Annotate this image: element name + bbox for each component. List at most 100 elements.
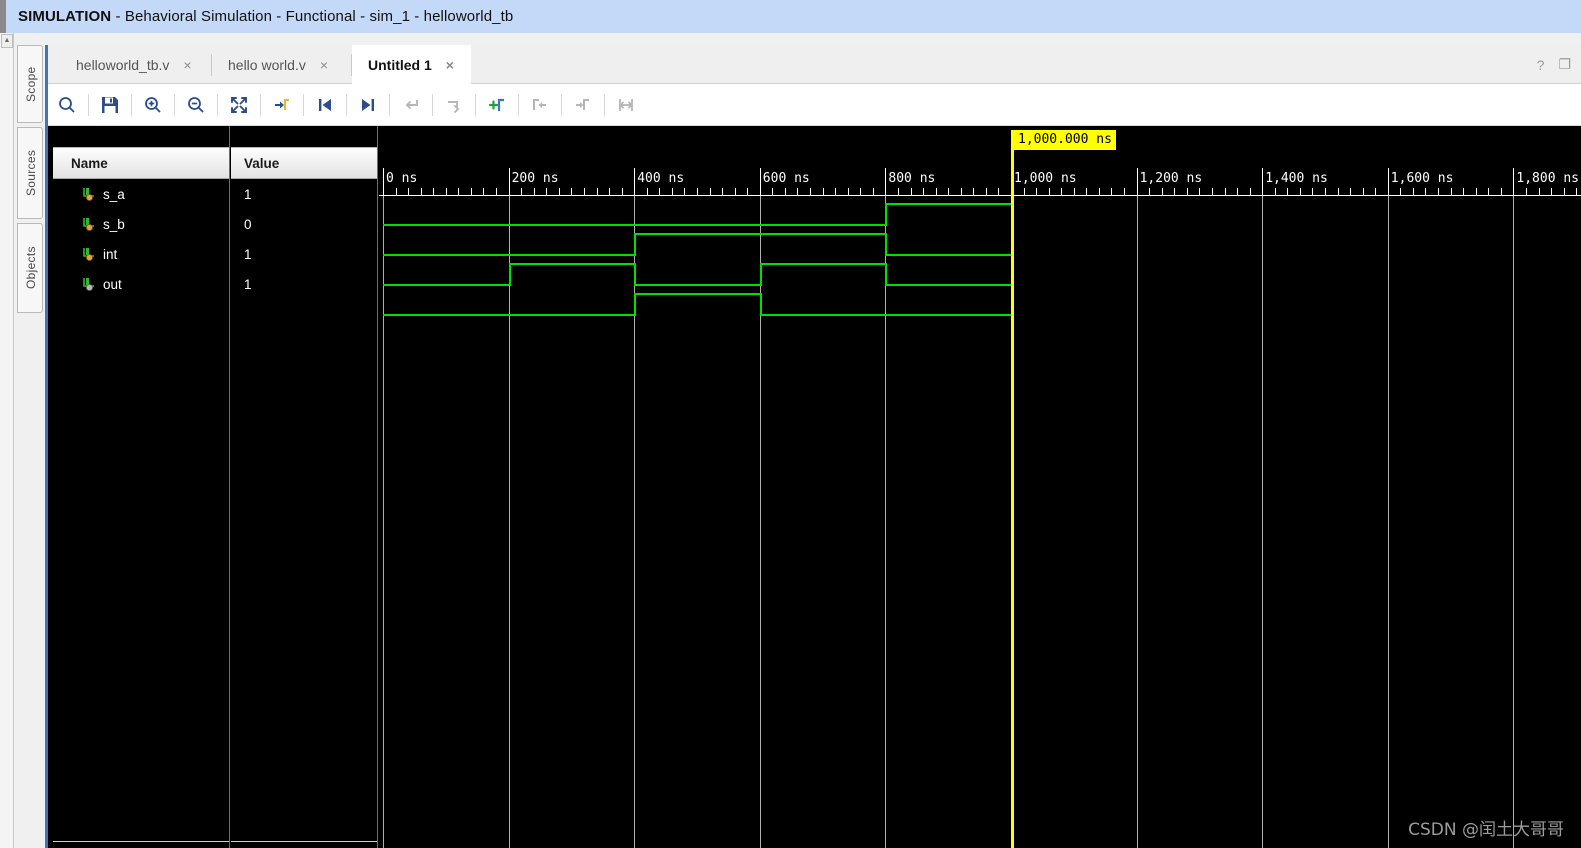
measure-icon: [607, 85, 645, 125]
sidebar-item-scope[interactable]: Scope: [17, 45, 43, 123]
go-to-start-icon[interactable]: [306, 85, 344, 125]
zoom-fit-icon[interactable]: [220, 85, 258, 125]
ruler-minor-tick: [1463, 188, 1465, 196]
toolbar-divider: [604, 93, 605, 116]
ruler-minor-tick: [1425, 188, 1427, 196]
waveform-level: [759, 314, 1011, 316]
ruler-minor-tick: [609, 188, 611, 196]
ruler-tick-label: 800 ns: [888, 171, 936, 186]
ruler-minor-tick: [395, 188, 397, 196]
left-scrollbar[interactable]: ▲: [0, 33, 14, 848]
waveform-level: [885, 284, 1011, 286]
tab-close-icon[interactable]: ×: [446, 58, 454, 72]
signal-row-s-a[interactable]: s_a: [53, 179, 229, 209]
waveform-edge: [634, 233, 637, 256]
ruler-minor-tick: [533, 188, 535, 196]
waveform-canvas[interactable]: 0 ns 200 ns 400 ns 600 ns 800 ns 1,000 ns 1,20…: [379, 126, 1581, 848]
watermark: CSDN @闰土大哥哥: [1408, 820, 1564, 840]
ruler-minor-tick: [697, 188, 698, 196]
signal-name-panel: Name s_a s_b int out: [53, 126, 230, 848]
waveform-trace-int: [379, 259, 1581, 289]
tab-label: helloworld_tb.v: [76, 56, 170, 73]
ruler-minor-tick: [797, 188, 799, 196]
toolbar-divider: [432, 93, 433, 116]
ruler-minor-tick: [1186, 188, 1188, 196]
ruler-minor-tick: [546, 188, 548, 196]
next-transition-icon: [564, 85, 602, 125]
ruler-minor-tick: [897, 188, 899, 196]
value-panel-splitter[interactable]: [231, 841, 377, 842]
time-ruler[interactable]: 0 ns 200 ns 400 ns 600 ns 800 ns 1,000 ns 1,20…: [379, 168, 1581, 196]
tab-close-icon[interactable]: ×: [320, 58, 328, 72]
zoom-out-icon[interactable]: [177, 85, 215, 125]
ruler-minor-tick: [1149, 188, 1151, 196]
ruler-minor-tick: [835, 188, 837, 196]
ruler-tick-label: 1,600 ns: [1390, 171, 1454, 186]
go-to-end-icon[interactable]: [349, 85, 387, 125]
tab-untitled-1[interactable]: Untitled 1 ×: [352, 45, 471, 84]
waveform-work-area: Name s_a s_b int out Value 1 0 1 1 0 ns …: [48, 126, 1581, 848]
sidebar-item-objects[interactable]: Objects: [17, 223, 43, 313]
add-marker-icon[interactable]: [478, 85, 516, 125]
waveform-edge: [885, 233, 888, 256]
ruler-minor-tick: [1563, 188, 1565, 196]
tab-close-icon[interactable]: ×: [183, 58, 191, 72]
toolbar-divider: [303, 93, 304, 116]
ruler-minor-tick: [998, 188, 1000, 196]
ruler-minor-tick: [822, 188, 824, 196]
sidebar-item-sources[interactable]: Sources: [17, 127, 43, 219]
column-header-value[interactable]: Value: [231, 147, 377, 179]
search-icon[interactable]: [48, 85, 86, 125]
input-signal-icon: [83, 247, 95, 261]
waveform-level: [759, 263, 886, 265]
window-left-stub: [0, 0, 6, 33]
save-icon[interactable]: [91, 85, 129, 125]
help-icon[interactable]: ?: [1537, 57, 1545, 73]
waveform-edge: [508, 263, 511, 286]
ruler-minor-tick: [1161, 188, 1163, 196]
ruler-minor-tick: [960, 188, 962, 196]
title-detail: - Behavioral Simulation - Functional - s…: [111, 8, 514, 25]
snap-to-transition-icon[interactable]: [263, 85, 301, 125]
ruler-minor-tick: [621, 188, 623, 196]
tab-helloworld-tb-v[interactable]: helloworld_tb.v ×: [60, 45, 212, 84]
time-cursor[interactable]: [1011, 130, 1014, 848]
ruler-minor-tick: [1525, 188, 1527, 196]
ruler-minor-tick: [671, 188, 673, 196]
ruler-minor-tick: [722, 188, 724, 196]
ruler-minor-tick: [923, 188, 925, 196]
ruler-minor-tick: [784, 188, 786, 196]
waveform-level: [383, 224, 886, 226]
ruler-minor-tick: [408, 188, 410, 196]
ruler-minor-tick: [684, 188, 686, 196]
page-title: SIMULATION - Behavioral Simulation - Fun…: [0, 8, 513, 25]
tab-label: hello world.v: [228, 56, 306, 73]
name-panel-splitter[interactable]: [53, 841, 229, 842]
input-signal-icon: [83, 187, 95, 201]
waveform-level: [383, 314, 635, 316]
signal-value-int: 1: [244, 246, 252, 262]
zoom-in-icon[interactable]: [134, 85, 172, 125]
signal-row-int[interactable]: int: [53, 239, 229, 269]
waveform-level: [383, 284, 509, 286]
waveform-edge: [759, 293, 762, 316]
ruler-minor-tick: [1211, 188, 1213, 196]
input-signal-icon: [83, 217, 95, 231]
ruler-minor-tick: [420, 188, 422, 196]
signal-row-out[interactable]: out: [53, 269, 229, 299]
signal-row-s-b[interactable]: s_b: [53, 209, 229, 239]
column-header-name[interactable]: Name: [53, 147, 229, 179]
toolbar-divider: [88, 93, 89, 116]
editor-tab-bar: helloworld_tb.v × hello world.v × Untitl…: [48, 45, 1581, 84]
waveform-edge: [759, 263, 762, 286]
toolbar-divider: [217, 93, 218, 116]
restore-window-icon[interactable]: ❐: [1558, 56, 1571, 73]
scroll-up-arrow-icon[interactable]: ▲: [1, 34, 13, 48]
ruler-tick-label: 1,800 ns: [1516, 171, 1580, 186]
ruler-minor-tick: [810, 188, 812, 196]
tab-hello-world-v[interactable]: hello world.v ×: [212, 45, 352, 84]
ruler-minor-tick: [1438, 188, 1440, 196]
ruler-minor-tick: [1450, 188, 1452, 196]
ruler-minor-tick: [1488, 188, 1490, 196]
waveform-level: [634, 233, 886, 235]
